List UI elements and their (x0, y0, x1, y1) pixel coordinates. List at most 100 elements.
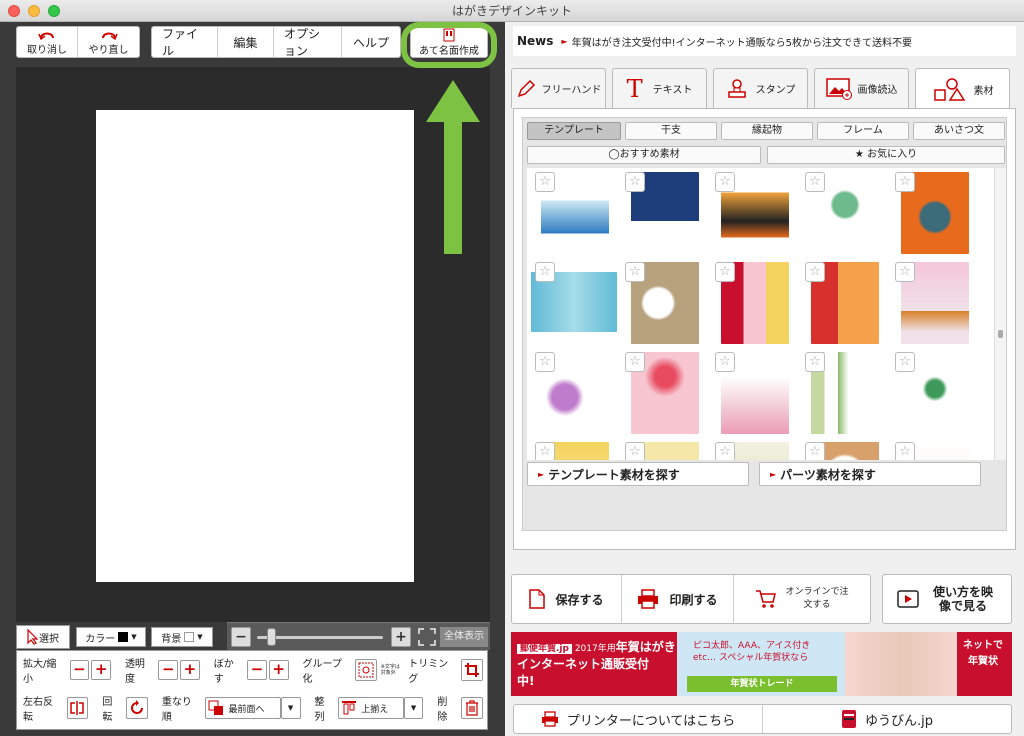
favorite-star-icon[interactable]: ☆ (805, 352, 825, 372)
template-thumb[interactable]: ☆ (531, 258, 619, 346)
rotate-button[interactable] (126, 697, 148, 719)
tab-text[interactable]: T テキスト (612, 68, 707, 108)
template-thumb[interactable]: ☆ (621, 168, 709, 256)
favorite-star-icon[interactable]: ☆ (805, 262, 825, 282)
template-thumb[interactable]: ☆ (621, 438, 709, 460)
group-button[interactable] (355, 659, 377, 681)
postcard-canvas[interactable] (96, 110, 414, 582)
category-eto[interactable]: 干支 (625, 122, 717, 140)
search-template-button[interactable]: ► テンプレート素材を探す (527, 462, 749, 486)
color-picker[interactable]: カラー ▼ (76, 627, 146, 647)
favorite-star-icon[interactable]: ☆ (895, 172, 915, 192)
favorite-star-icon[interactable]: ☆ (535, 262, 555, 282)
print-button[interactable]: 印刷する (622, 575, 734, 623)
favorite-star-icon[interactable]: ☆ (625, 262, 645, 282)
favorite-star-icon[interactable]: ☆ (625, 442, 645, 460)
favorite-star-icon[interactable]: ☆ (625, 172, 645, 192)
tab-image-load[interactable]: 画像読込 (814, 68, 909, 108)
menu-options[interactable]: オプション (274, 27, 342, 58)
favorite-star-icon[interactable]: ☆ (625, 352, 645, 372)
search-parts-button[interactable]: ► パーツ素材を探す (759, 462, 981, 486)
close-window-button[interactable] (8, 5, 20, 17)
template-thumb[interactable]: ☆ (711, 258, 799, 346)
template-thumb[interactable]: ☆ (711, 438, 799, 460)
canvas-area[interactable] (16, 67, 490, 622)
scroll-thumb[interactable] (998, 330, 1003, 338)
template-thumb[interactable]: ☆ (621, 258, 709, 346)
menu-edit[interactable]: 編集 (218, 27, 274, 57)
template-thumb[interactable]: ☆ (801, 168, 889, 256)
fit-all-button[interactable]: 全体表示 (440, 627, 488, 647)
promo-banner[interactable]: 郵便年賀.jp 2017年用年賀はがき インターネット通販受付中! ピコ太郎、A… (511, 632, 1012, 696)
template-grid: ☆ ☆ ☆ ☆ ☆ ☆ ☆ ☆ ☆ ☆ ☆ ☆ ☆ ☆ ☆ ☆ ☆ ☆ ☆ ☆ (527, 168, 994, 460)
align-dropdown-arrow-icon[interactable]: ▼ (403, 697, 424, 719)
select-tool-button[interactable]: 選択 (16, 625, 70, 649)
minimize-window-button[interactable] (28, 5, 40, 17)
delete-button[interactable] (461, 697, 483, 719)
zoom-slider-handle[interactable] (267, 628, 276, 646)
trim-button[interactable] (461, 659, 483, 681)
category-recommended[interactable]: ◯おすすめ素材 (527, 146, 761, 164)
menu-help[interactable]: ヘルプ (342, 27, 400, 57)
undo-button[interactable]: 取り消し (17, 27, 79, 57)
favorite-star-icon[interactable]: ☆ (715, 172, 735, 192)
video-tutorial-button[interactable]: 使い方を映像で見る (882, 574, 1012, 624)
favorite-star-icon[interactable]: ☆ (715, 352, 735, 372)
favorite-star-icon[interactable]: ☆ (715, 262, 735, 282)
favorite-star-icon[interactable]: ☆ (805, 172, 825, 192)
category-frame[interactable]: フレーム (817, 122, 909, 140)
scale-up-button[interactable]: + (91, 660, 111, 680)
template-thumb[interactable]: ☆ (891, 168, 979, 256)
fit-screen-icon[interactable] (417, 627, 437, 647)
template-thumb[interactable]: ☆ (531, 348, 619, 436)
printer-info-link[interactable]: プリンターについてはこちら (514, 705, 763, 733)
category-engi[interactable]: 縁起物 (721, 122, 813, 140)
category-template[interactable]: テンプレート (527, 122, 621, 140)
template-thumb[interactable]: ☆ (801, 438, 889, 460)
flip-button[interactable] (66, 697, 89, 719)
favorite-star-icon[interactable]: ☆ (535, 352, 555, 372)
grid-scrollbar[interactable] (994, 168, 1006, 460)
opacity-down-button[interactable]: − (158, 660, 179, 680)
online-order-button[interactable]: オンラインで注文する (734, 575, 870, 623)
template-thumb[interactable]: ☆ (711, 168, 799, 256)
zoom-out-button[interactable]: − (231, 627, 251, 647)
menu-file[interactable]: ファイル (152, 27, 218, 58)
yubin-link[interactable]: ゆうびん.jp (763, 705, 1011, 733)
favorite-star-icon[interactable]: ☆ (895, 262, 915, 282)
favorite-star-icon[interactable]: ☆ (715, 442, 735, 460)
news-text[interactable]: 年賀はがき注文受付中!インターネット通販なら5枚から注文できて送料不要 (572, 34, 912, 49)
category-greeting[interactable]: あいさつ文 (913, 122, 1005, 140)
opacity-up-button[interactable]: + (180, 660, 200, 680)
template-thumb[interactable]: ☆ (531, 168, 619, 256)
save-button[interactable]: 保存する (512, 575, 622, 623)
template-thumb[interactable]: ☆ (801, 348, 889, 436)
zoom-in-button[interactable]: + (391, 627, 411, 647)
tab-stamp[interactable]: スタンプ (713, 68, 808, 108)
zoom-window-button[interactable] (48, 5, 60, 17)
template-thumb[interactable]: ☆ (891, 348, 979, 436)
redo-button[interactable]: やり直し (78, 27, 139, 57)
tab-material[interactable]: 素材 (915, 68, 1010, 110)
template-thumb[interactable]: ☆ (711, 348, 799, 436)
blur-down-button[interactable]: − (247, 660, 267, 680)
template-thumb[interactable]: ☆ (891, 438, 979, 460)
order-dropdown-arrow-icon[interactable]: ▼ (280, 697, 301, 719)
favorite-star-icon[interactable]: ☆ (805, 442, 825, 460)
tab-freehand[interactable]: フリーハンド (511, 68, 606, 108)
favorite-star-icon[interactable]: ☆ (535, 172, 555, 192)
template-thumb[interactable]: ☆ (801, 258, 889, 346)
favorite-star-icon[interactable]: ☆ (895, 352, 915, 372)
template-thumb[interactable]: ☆ (891, 258, 979, 346)
blur-up-button[interactable]: + (268, 660, 289, 680)
category-favorites[interactable]: ★ お気に入り (767, 146, 1005, 164)
favorite-star-icon[interactable]: ☆ (535, 442, 555, 460)
material-panel: テンプレート 干支 縁起物 フレーム あいさつ文 ◯おすすめ素材 ★ お気に入り… (513, 108, 1016, 550)
align-select[interactable]: 上揃え (338, 697, 404, 719)
scale-down-button[interactable]: − (69, 660, 90, 680)
template-thumb[interactable]: ☆ (531, 438, 619, 460)
favorite-star-icon[interactable]: ☆ (895, 442, 915, 460)
background-picker[interactable]: 背景 ▼ (151, 627, 213, 647)
order-select[interactable]: 最前面へ (205, 697, 281, 719)
template-thumb[interactable]: ☆ (621, 348, 709, 436)
